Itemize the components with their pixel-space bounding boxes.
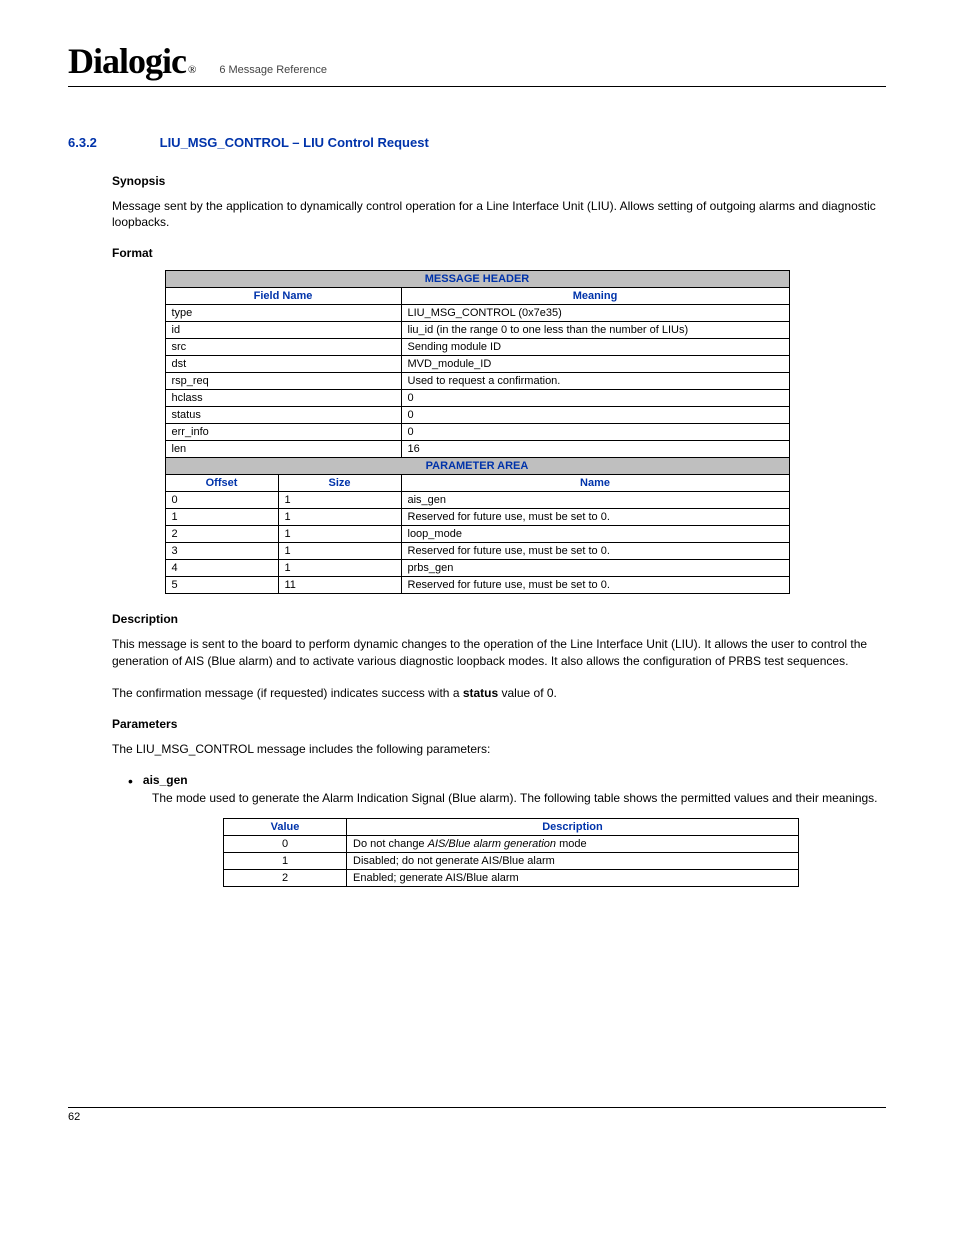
table-row: 2 Enabled; generate AIS/Blue alarm: [224, 870, 799, 887]
table-row: rsp_reqUsed to request a confirmation.: [165, 373, 789, 390]
page-header: Dialogic ® 6 Message Reference: [68, 40, 886, 87]
section-number: 6.3.2: [68, 135, 156, 150]
table-row: 11Reserved for future use, must be set t…: [165, 509, 789, 526]
synopsis-text: Message sent by the application to dynam…: [68, 198, 886, 230]
synopsis-heading: Synopsis: [68, 174, 886, 188]
table-row: len16: [165, 441, 789, 458]
parameter-name: ais_gen: [143, 773, 188, 787]
table-row: 1 Disabled; do not generate AIS/Blue ala…: [224, 853, 799, 870]
description-p2: The confirmation message (if requested) …: [68, 685, 886, 701]
col-value: Value: [224, 819, 347, 836]
table-row: err_info0: [165, 424, 789, 441]
parameters-intro: The LIU_MSG_CONTROL message includes the…: [68, 741, 886, 757]
page-number: 62: [68, 1111, 80, 1123]
message-header-band: MESSAGE HEADER: [165, 271, 789, 288]
page-footer: 62: [68, 1107, 886, 1123]
col-name: Name: [401, 475, 789, 492]
table-row: 511Reserved for future use, must be set …: [165, 577, 789, 594]
parameter-area-band: PARAMETER AREA: [165, 458, 789, 475]
ais-gen-table: Value Description 0 Do not change AIS/Bl…: [223, 818, 799, 887]
description-heading: Description: [68, 612, 886, 626]
table-row: 21loop_mode: [165, 526, 789, 543]
registered-icon: ®: [188, 64, 195, 76]
table-row: status0: [165, 407, 789, 424]
col-meaning: Meaning: [401, 288, 789, 305]
section-title: LIU_MSG_CONTROL – LIU Control Request: [160, 135, 429, 150]
bullet-icon: •: [128, 774, 133, 788]
table-row: idliu_id (in the range 0 to one less tha…: [165, 322, 789, 339]
table-row: typeLIU_MSG_CONTROL (0x7e35): [165, 305, 789, 322]
col-offset: Offset: [165, 475, 278, 492]
table-row: 01ais_gen: [165, 492, 789, 509]
table-row: hclass0: [165, 390, 789, 407]
table-row: 41prbs_gen: [165, 560, 789, 577]
section-heading: 6.3.2 LIU_MSG_CONTROL – LIU Control Requ…: [68, 135, 886, 150]
description-p1: This message is sent to the board to per…: [68, 636, 886, 668]
format-table: MESSAGE HEADER Field Name Meaning typeLI…: [165, 270, 790, 594]
parameter-item: • ais_gen The mode used to generate the …: [68, 773, 886, 806]
logo: Dialogic ®: [68, 40, 195, 82]
col-description: Description: [347, 819, 799, 836]
table-row: srcSending module ID: [165, 339, 789, 356]
col-field-name: Field Name: [165, 288, 401, 305]
parameter-text: The mode used to generate the Alarm Indi…: [128, 790, 886, 806]
format-heading: Format: [68, 246, 886, 260]
table-row: 0 Do not change AIS/Blue alarm generatio…: [224, 836, 799, 853]
table-row: dstMVD_module_ID: [165, 356, 789, 373]
col-size: Size: [278, 475, 401, 492]
parameters-heading: Parameters: [68, 717, 886, 731]
breadcrumb: 6 Message Reference: [219, 64, 327, 82]
table-row: 31Reserved for future use, must be set t…: [165, 543, 789, 560]
logo-text: Dialogic: [68, 40, 186, 82]
